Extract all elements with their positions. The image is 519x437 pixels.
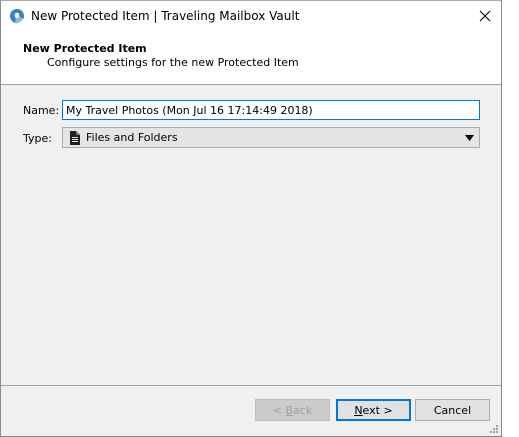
document-icon: [70, 131, 80, 145]
wizard-header: New Protected Item Configure settings fo…: [1, 31, 501, 85]
close-icon: [479, 10, 491, 22]
back-button-mnemonic: B: [285, 403, 294, 417]
chevron-down-icon: [465, 135, 474, 141]
dialog-window: New Protected Item | Traveling Mailbox V…: [0, 0, 502, 437]
close-button[interactable]: [469, 1, 501, 31]
name-label: Name:: [23, 104, 60, 117]
type-dropdown[interactable]: Files and Folders: [62, 127, 480, 148]
title-bar[interactable]: New Protected Item | Traveling Mailbox V…: [1, 1, 501, 31]
type-label: Type:: [23, 132, 52, 145]
next-button-rest: ext >: [362, 403, 393, 417]
back-button-rest: ack: [293, 403, 313, 417]
back-button[interactable]: < Back: [255, 399, 330, 421]
name-input[interactable]: [62, 100, 480, 120]
type-selected-value: Files and Folders: [86, 131, 178, 144]
header-subtitle: Configure settings for the new Protected…: [47, 56, 299, 69]
back-button-prefix: <: [272, 403, 286, 417]
cancel-button[interactable]: Cancel: [415, 399, 490, 421]
header-title: New Protected Item: [23, 42, 147, 55]
next-button-mnemonic: N: [354, 403, 363, 417]
vault-logo-icon: [10, 9, 24, 24]
resize-grip-icon[interactable]: [488, 423, 498, 433]
window-title: New Protected Item | Traveling Mailbox V…: [31, 9, 300, 23]
next-button[interactable]: Next >: [336, 399, 411, 421]
footer-separator: [1, 385, 501, 386]
